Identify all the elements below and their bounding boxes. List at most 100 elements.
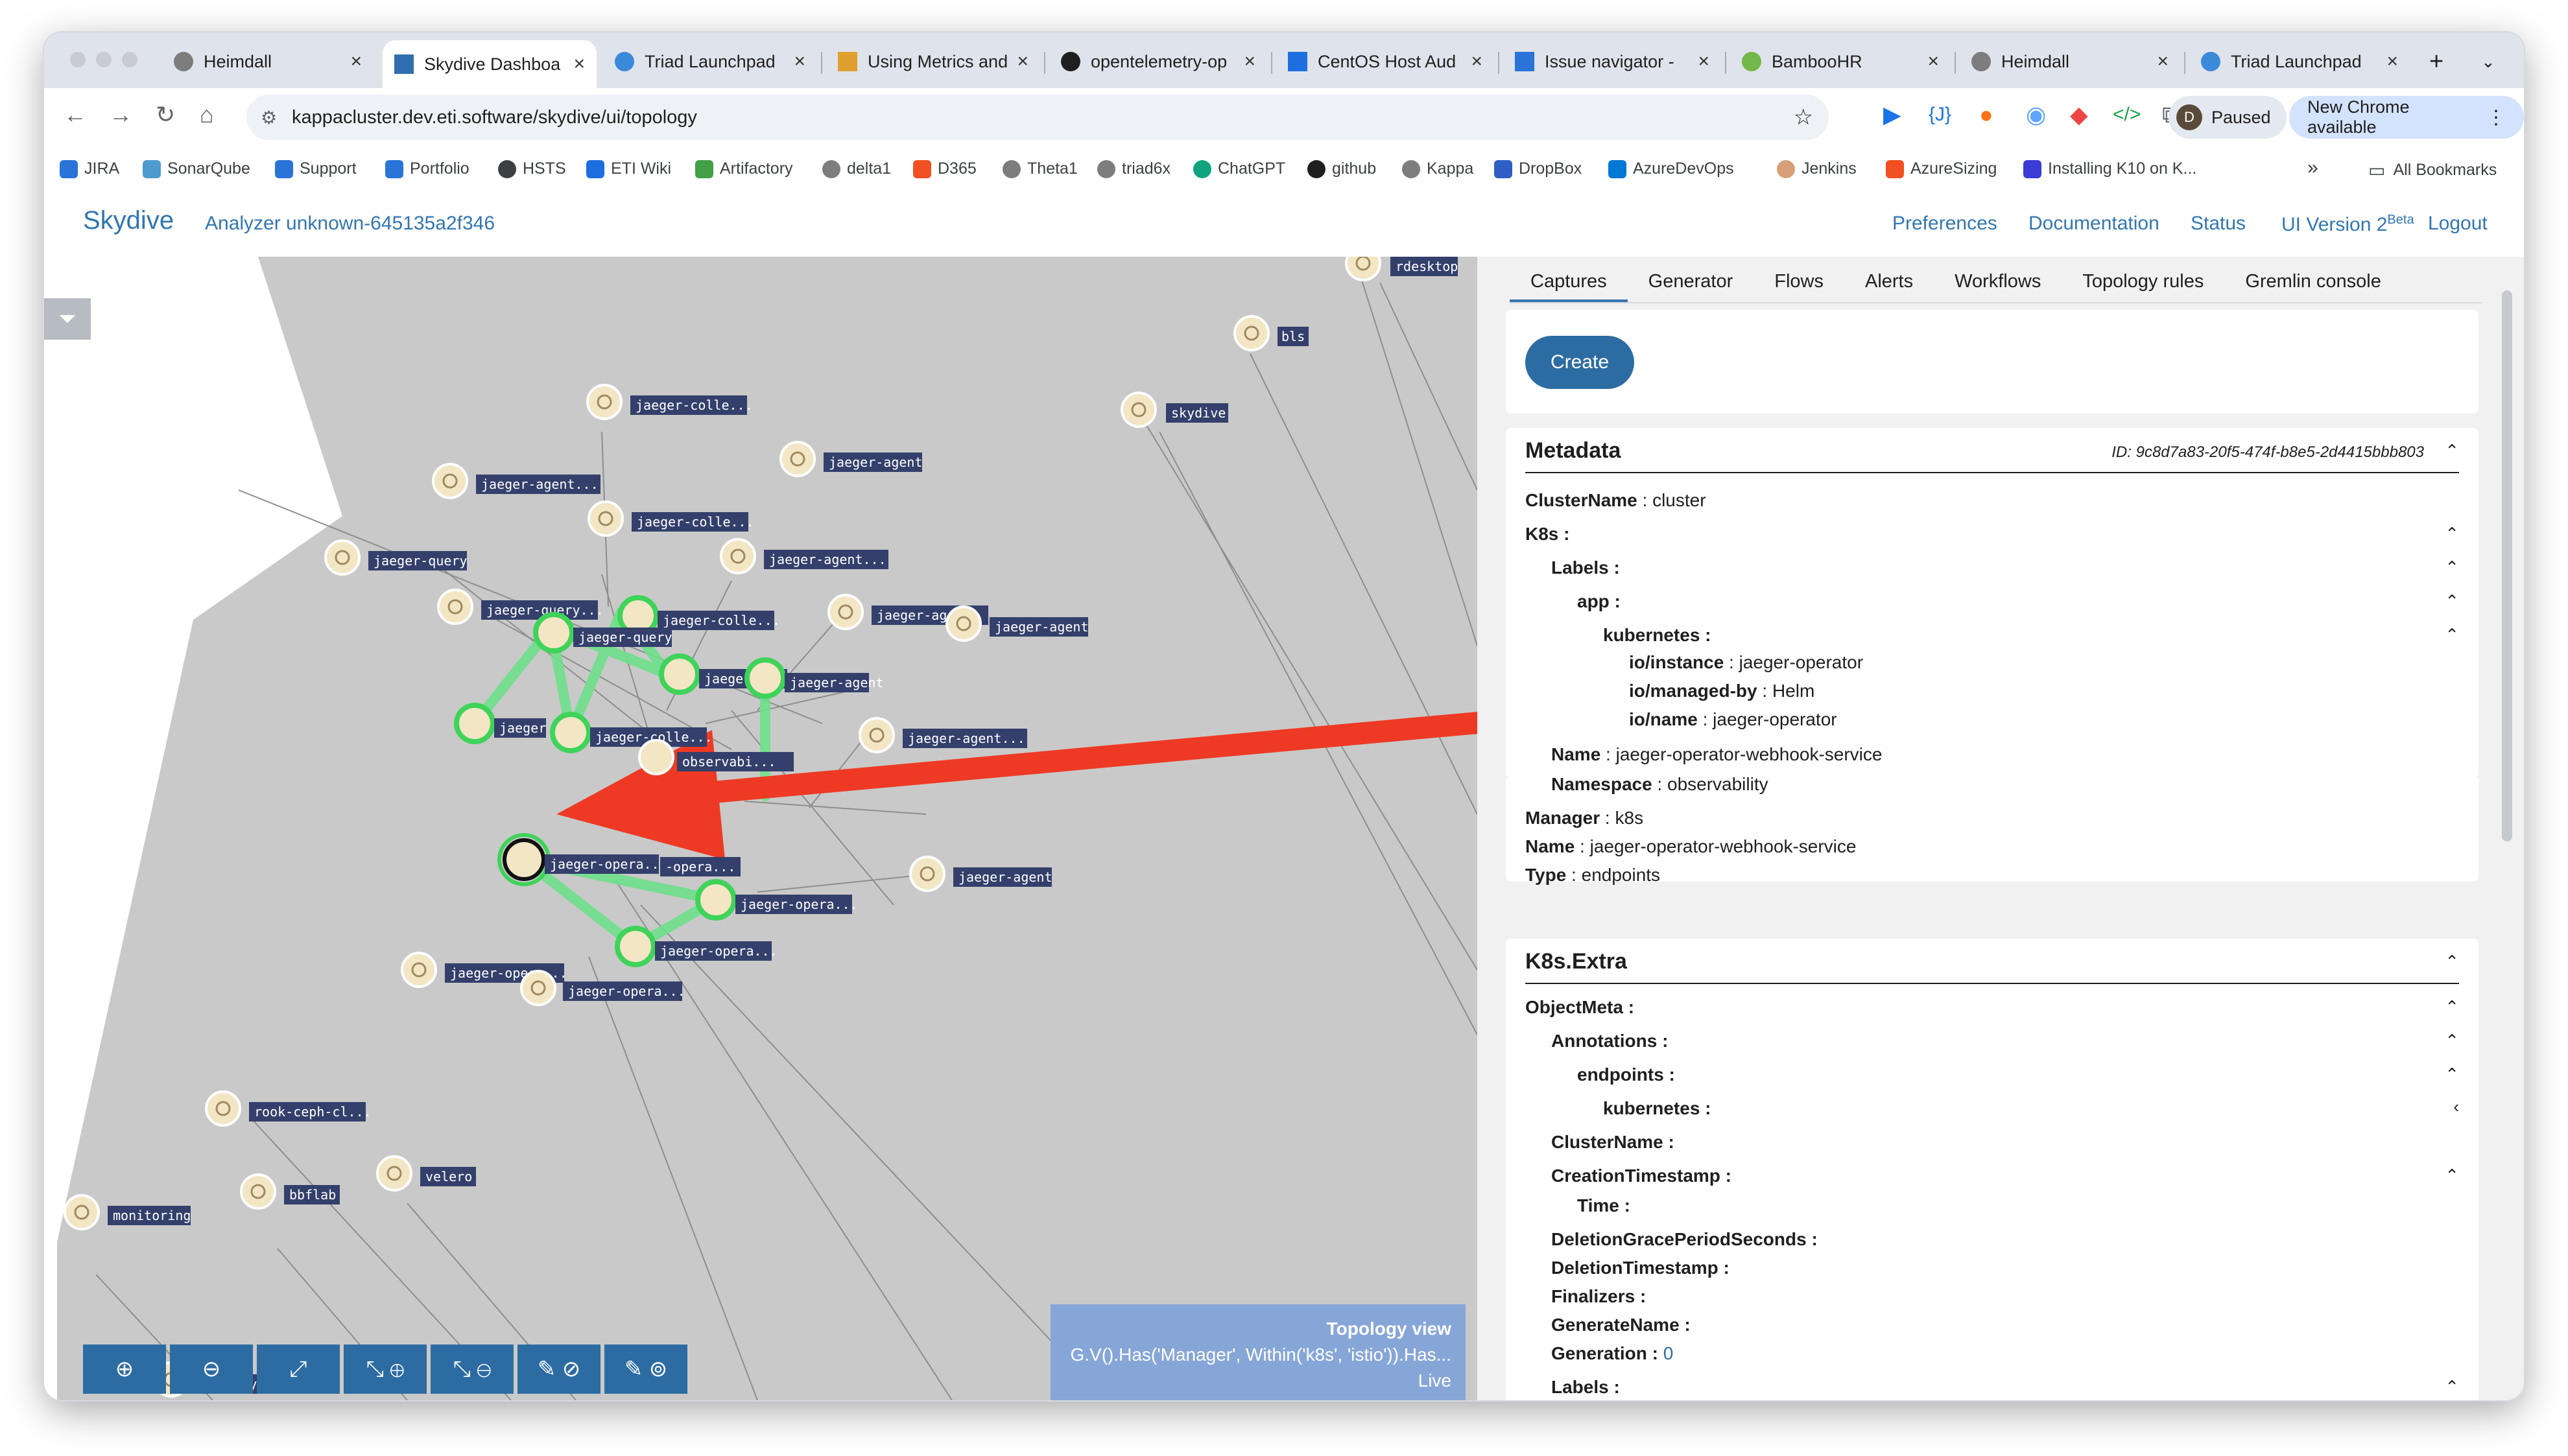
bookmark-dropbox[interactable]: DropBox: [1494, 159, 1582, 178]
code-extension-icon[interactable]: </>: [2113, 104, 2141, 126]
site-settings-icon[interactable]: ⚙: [261, 107, 277, 128]
window-close-button[interactable]: [70, 52, 86, 67]
browser-tab[interactable]: Using Metrics and ×: [826, 40, 1040, 83]
browser-tab[interactable]: CentOS Host Aud ×: [1276, 40, 1494, 83]
bookmark-kappa[interactable]: Kappa: [1402, 159, 1473, 178]
bookmark-azuresizing[interactable]: AzureSizing: [1886, 159, 1997, 178]
tab-captures[interactable]: Captures: [1510, 257, 1628, 302]
bookmark-portfolio[interactable]: Portfolio: [385, 159, 470, 178]
node[interactable]: -opera...: [660, 857, 741, 876]
expand-all-icon[interactable]: ⤡ ⊕: [344, 1344, 427, 1394]
chevron-up-icon[interactable]: ⌃: [2445, 625, 2459, 645]
forward-arrow-icon[interactable]: →: [109, 101, 132, 128]
browser-tab[interactable]: Heimdall ×: [162, 40, 374, 83]
close-tab-icon[interactable]: ×: [2386, 51, 2398, 73]
extension-icon[interactable]: ▶: [1883, 101, 1901, 128]
close-tab-icon[interactable]: ×: [1927, 51, 1939, 73]
nav-documentation[interactable]: Documentation: [2028, 213, 2159, 235]
chevron-up-icon[interactable]: ⌃: [2445, 1064, 2459, 1085]
bookmark-github[interactable]: github: [1307, 159, 1376, 178]
chevron-up-icon[interactable]: ⌃: [2445, 997, 2459, 1017]
topology-view-box[interactable]: Topology view G.V().Has('Manager', Withi…: [1051, 1304, 1466, 1400]
close-tab-icon[interactable]: ×: [350, 51, 362, 73]
all-bookmarks-button[interactable]: ▭ All Bookmarks: [2368, 159, 2497, 181]
bookmark-jira[interactable]: JIRA: [60, 159, 119, 178]
address-bar[interactable]: ⚙ kappacluster.dev.eti.software/skydive/…: [246, 95, 1829, 140]
chevron-up-icon[interactable]: ⌃: [2445, 524, 2459, 544]
close-tab-icon[interactable]: ×: [1244, 51, 1255, 73]
tab-search-chevron-icon[interactable]: ⌄: [2469, 40, 2515, 83]
bookmark-chatgpt[interactable]: ChatGPT: [1193, 159, 1285, 178]
extension-icon[interactable]: ◆: [2070, 101, 2088, 128]
browser-tab[interactable]: Triad Launchpad ×: [603, 40, 817, 83]
fit-screen-icon[interactable]: ⤢: [257, 1344, 340, 1394]
browser-tab[interactable]: opentelemetry-op ×: [1049, 40, 1267, 83]
browser-tab[interactable]: Triad Launchpad ×: [2189, 40, 2410, 83]
chevron-up-icon[interactable]: ⌃: [2445, 1166, 2459, 1186]
extension-icon[interactable]: ◉: [2026, 101, 2046, 128]
bookmark-k10[interactable]: Installing K10 on K...: [2023, 159, 2196, 178]
close-tab-icon[interactable]: ×: [1471, 51, 1482, 73]
topology-graph[interactable]: rdesktop bls skydive jaeger-colle... jae…: [44, 257, 1477, 1400]
create-button[interactable]: Create: [1525, 336, 1634, 389]
bookmark-artifactory[interactable]: Artifactory: [695, 159, 793, 178]
chevron-up-icon[interactable]: ⌃: [2445, 952, 2459, 972]
nav-logout[interactable]: Logout: [2428, 213, 2488, 235]
chevron-up-icon[interactable]: ⌃: [2445, 1031, 2459, 1051]
profile-paused-button[interactable]: D Paused: [2169, 96, 2287, 139]
chevron-left-icon[interactable]: ‹: [2453, 1097, 2459, 1117]
kebab-menu-icon[interactable]: ⋮: [2486, 106, 2506, 129]
bookmark-theta1[interactable]: Theta1: [1003, 159, 1078, 178]
bookmark-sonarqube[interactable]: SonarQube: [143, 159, 250, 178]
bookmark-triad6x[interactable]: triad6x: [1097, 159, 1171, 178]
tab-workflows[interactable]: Workflows: [1934, 257, 2062, 302]
bookmark-star-icon[interactable]: ☆: [1794, 104, 1813, 130]
bookmark-hsts[interactable]: HSTS: [498, 159, 566, 178]
nav-status[interactable]: Status: [2191, 213, 2246, 235]
window-minimize-button[interactable]: [96, 52, 112, 67]
browser-tab[interactable]: BambooHR ×: [1730, 40, 1951, 83]
pin-icon[interactable]: ✎ ⊘: [517, 1344, 600, 1394]
zoom-in-icon[interactable]: ⊕: [83, 1344, 166, 1394]
bookmark-support[interactable]: Support: [275, 159, 357, 178]
close-tab-icon[interactable]: ×: [2157, 51, 2169, 73]
zoom-out-icon[interactable]: ⊖: [170, 1344, 253, 1394]
collapse-all-icon[interactable]: ⤡ ⊖: [431, 1344, 514, 1394]
topology-canvas[interactable]: rdesktop bls skydive jaeger-colle... jae…: [44, 257, 1477, 1400]
filter-icon[interactable]: ⏷: [44, 298, 91, 340]
chevron-up-icon[interactable]: ⌃: [2445, 1377, 2459, 1397]
close-tab-icon[interactable]: ×: [1698, 51, 1709, 73]
reload-icon[interactable]: ↻: [156, 101, 175, 128]
bookmark-azuredevops[interactable]: AzureDevOps: [1608, 159, 1734, 178]
tab-flows[interactable]: Flows: [1754, 257, 1844, 302]
home-icon[interactable]: ⌂: [200, 101, 214, 128]
window-zoom-button[interactable]: [122, 52, 137, 67]
new-chrome-available-button[interactable]: New Chrome available ⋮: [2289, 96, 2524, 139]
nav-ui-version[interactable]: UI Version 2Beta: [2281, 213, 2414, 236]
close-tab-icon[interactable]: ×: [573, 53, 585, 75]
tab-generator[interactable]: Generator: [1628, 257, 1754, 302]
chevron-up-icon[interactable]: ⌃: [2445, 591, 2459, 611]
browser-tab[interactable]: Issue navigator - ×: [1503, 40, 1721, 83]
app-brand[interactable]: Skydive: [83, 206, 174, 235]
chevron-up-icon[interactable]: ⌃: [2445, 441, 2459, 461]
panel-scrollbar[interactable]: [2502, 290, 2512, 841]
extension-icon[interactable]: ●: [1979, 101, 1993, 128]
unpin-icon[interactable]: ✎ ⊚: [604, 1344, 687, 1394]
bookmarks-overflow-chevron-icon[interactable]: »: [2307, 157, 2318, 179]
chevron-up-icon[interactable]: ⌃: [2445, 558, 2459, 578]
browser-tab-active[interactable]: Skydive Dashboa ×: [383, 40, 597, 88]
tab-topology-rules[interactable]: Topology rules: [2062, 257, 2224, 302]
bookmark-jenkins[interactable]: Jenkins: [1777, 159, 1857, 178]
nav-preferences[interactable]: Preferences: [1892, 213, 1997, 235]
tab-gremlin-console[interactable]: Gremlin console: [2224, 257, 2402, 302]
bookmark-d365[interactable]: D365: [913, 159, 977, 178]
back-arrow-icon[interactable]: ←: [64, 101, 87, 128]
new-tab-button[interactable]: +: [2418, 40, 2456, 83]
browser-tab[interactable]: Heimdall ×: [1960, 40, 2180, 83]
close-tab-icon[interactable]: ×: [1017, 51, 1028, 73]
close-tab-icon[interactable]: ×: [794, 51, 805, 73]
json-extension-icon[interactable]: {J}: [1929, 104, 1951, 126]
bookmark-delta1[interactable]: delta1: [822, 159, 891, 178]
tab-alerts[interactable]: Alerts: [1844, 257, 1934, 302]
